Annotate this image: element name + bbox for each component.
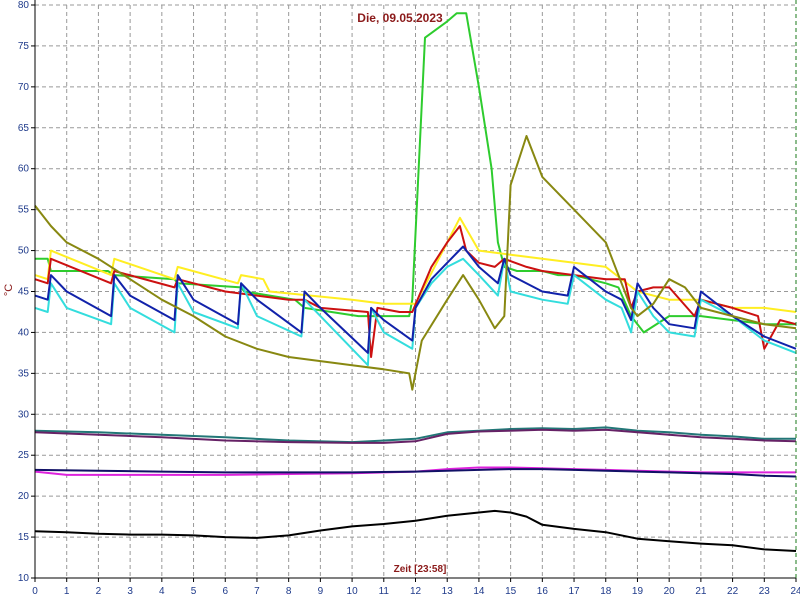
chart-title: Die, 09.05.2023 [357,11,443,25]
y-tick-label: 20 [18,491,30,502]
x-axis-label: Zeit [23:58] [394,564,447,575]
x-tick-label: 17 [568,586,580,597]
x-tick-label: 3 [127,586,133,597]
x-tick-label: 2 [96,586,102,597]
y-tick-label: 55 [18,205,30,216]
x-tick-label: 22 [727,586,739,597]
y-tick-label: 60 [18,164,30,175]
x-tick-label: 13 [442,586,454,597]
x-tick-label: 23 [759,586,771,597]
y-tick-label: 70 [18,82,30,93]
x-tick-label: 1 [64,586,70,597]
y-tick-label: 50 [18,246,30,257]
x-tick-label: 20 [664,586,676,597]
x-tick-label: 5 [191,586,197,597]
y-tick-label: 75 [18,41,30,52]
x-tick-label: 21 [695,586,707,597]
temperature-chart: 101520253035404550556065707580 012345678… [0,0,800,600]
y-tick-label: 30 [18,409,30,420]
y-tick-label: 25 [18,450,30,461]
x-tick-label: 14 [473,586,485,597]
y-tick-label: 65 [18,123,30,134]
y-tick-label: 45 [18,287,30,298]
y-tick-label: 15 [18,532,30,543]
x-tick-label: 8 [286,586,292,597]
x-tick-label: 12 [410,586,422,597]
x-tick-label: 7 [254,586,260,597]
y-axis-label: °C [3,284,15,296]
x-tick-label: 10 [347,586,359,597]
x-tick-label: 24 [790,586,800,597]
x-tick-label: 11 [379,586,390,597]
x-tick-label: 6 [222,586,228,597]
x-tick-label: 16 [537,586,549,597]
x-tick-label: 4 [159,586,165,597]
y-tick-label: 40 [18,327,30,338]
x-tick-label: 19 [632,586,644,597]
x-tick-label: 9 [318,586,324,597]
x-tick-label: 15 [505,586,517,597]
x-tick-label: 18 [600,586,612,597]
y-tick-label: 35 [18,368,30,379]
y-tick-label: 80 [18,0,30,11]
y-tick-label: 10 [18,573,30,584]
x-tick-label: 0 [32,586,38,597]
